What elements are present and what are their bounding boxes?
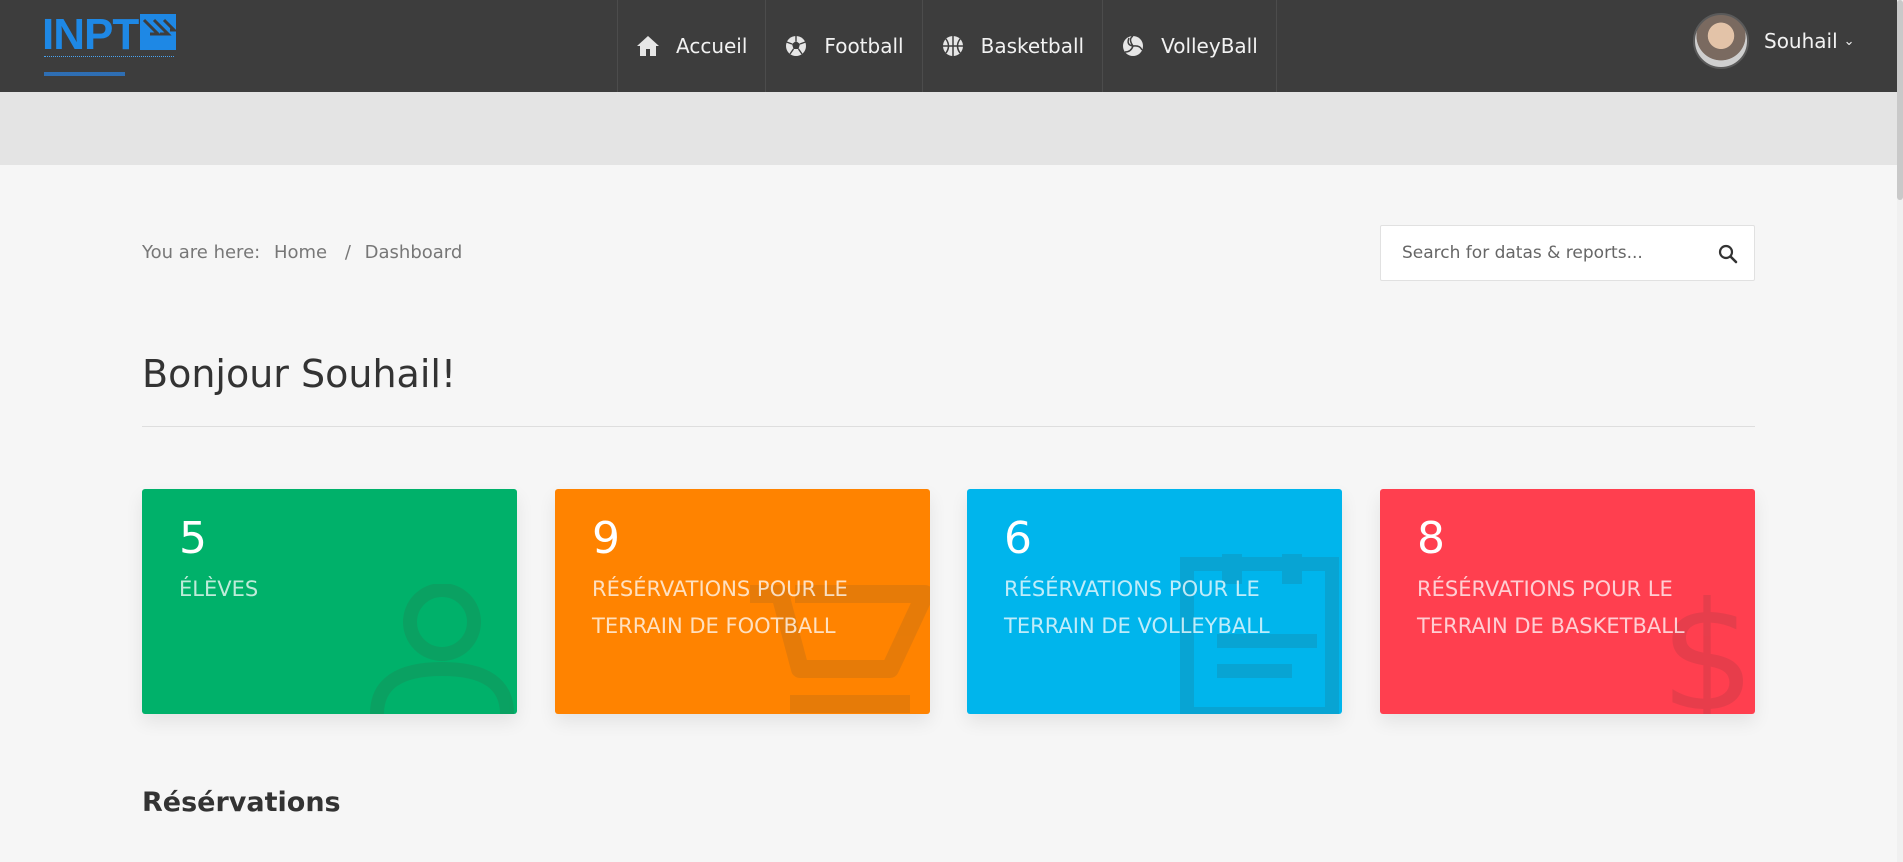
breadcrumb: You are here: Home / Dashboard bbox=[142, 242, 470, 263]
volleyball-icon bbox=[1121, 34, 1145, 58]
stat-card-football[interactable]: 9 RÉSÉRVATIONS POUR LE TERRAIN DE FOOTBA… bbox=[555, 489, 930, 714]
stat-label: RÉSÉRVATIONS POUR LE TERRAIN DE FOOTBALL bbox=[592, 577, 848, 638]
nav-label-accueil: Accueil bbox=[676, 34, 748, 58]
logo-text: INPT bbox=[42, 10, 139, 59]
search-box bbox=[1380, 225, 1755, 281]
logo-subtitle-line bbox=[44, 72, 179, 76]
nav-item-volleyball[interactable]: VolleyBall bbox=[1102, 0, 1277, 92]
page-title: Bonjour Souhail! bbox=[142, 352, 457, 396]
chevron-down-icon: ⌄ bbox=[1843, 33, 1855, 49]
stat-value: 6 bbox=[1004, 513, 1032, 564]
search-input[interactable] bbox=[1381, 226, 1701, 280]
nav-item-accueil[interactable]: Accueil bbox=[617, 0, 765, 92]
breadcrumb-current: Dashboard bbox=[364, 242, 463, 263]
breadcrumb-prefix: You are here: bbox=[142, 242, 261, 263]
scrollbar-thumb[interactable] bbox=[1897, 0, 1903, 200]
nav-item-basketball[interactable]: Basketball bbox=[921, 0, 1102, 92]
user-name: Souhail bbox=[1764, 29, 1838, 53]
main-nav: Accueil Football Basketball VolleyBall bbox=[617, 0, 1277, 92]
nav-label-volleyball: VolleyBall bbox=[1161, 34, 1258, 58]
stat-value: 9 bbox=[592, 513, 620, 564]
top-navbar: INPT Accueil Football Basketball VolleyB… bbox=[0, 0, 1903, 92]
stat-label: ÉLÈVES bbox=[179, 577, 259, 601]
breadcrumb-separator: / bbox=[344, 242, 351, 263]
page-banner bbox=[0, 92, 1903, 165]
nav-label-basketball: Basketball bbox=[980, 34, 1085, 58]
stat-card-basketball[interactable]: $ 8 RÉSÉRVATIONS POUR LE TERRAIN DE BASK… bbox=[1380, 489, 1755, 714]
reservations-section-title: Résérvations bbox=[142, 787, 341, 818]
breadcrumb-home-link[interactable]: Home bbox=[274, 242, 327, 263]
logo-tagline-line bbox=[44, 56, 174, 59]
stat-card-eleves[interactable]: 5 ÉLÈVES bbox=[142, 489, 517, 714]
logo-emblem-icon bbox=[140, 14, 176, 50]
stat-card-volleyball[interactable]: 6 RÉSÉRVATIONS POUR LE TERRAIN DE VOLLEY… bbox=[967, 489, 1342, 714]
stat-value: 8 bbox=[1417, 513, 1445, 564]
avatar[interactable] bbox=[1693, 13, 1749, 69]
page-scrollbar[interactable] bbox=[1897, 0, 1903, 862]
home-icon bbox=[636, 34, 660, 58]
user-menu[interactable]: Souhail ⌄ bbox=[1693, 13, 1855, 69]
basketball-icon bbox=[941, 34, 965, 58]
stat-value: 5 bbox=[179, 513, 207, 564]
inpt-logo[interactable]: INPT bbox=[40, 10, 180, 80]
title-divider bbox=[142, 426, 1755, 427]
stat-label: RÉSÉRVATIONS POUR LE TERRAIN DE BASKETBA… bbox=[1417, 577, 1685, 638]
nav-item-football[interactable]: Football bbox=[765, 0, 921, 92]
football-icon bbox=[784, 34, 808, 58]
stat-label: RÉSÉRVATIONS POUR LE TERRAIN DE VOLLEYBA… bbox=[1004, 577, 1270, 638]
search-icon[interactable] bbox=[1716, 242, 1740, 266]
nav-label-football: Football bbox=[824, 34, 904, 58]
